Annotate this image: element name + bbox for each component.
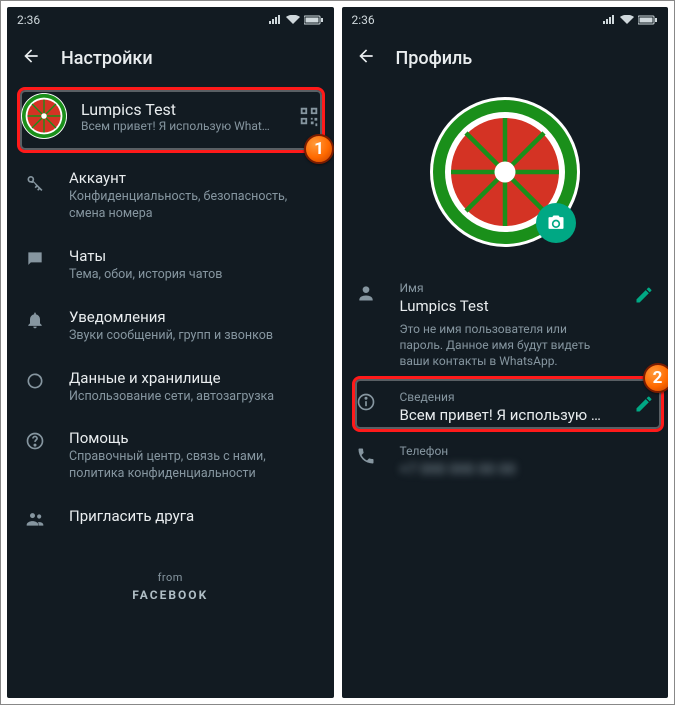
item-invite[interactable]: Пригласить друга bbox=[7, 495, 334, 545]
about-row[interactable]: Сведения Всем привет! Я использую WhatsA… bbox=[356, 380, 655, 434]
back-icon[interactable] bbox=[356, 46, 376, 70]
item-data[interactable]: Данные и хранилище Использование сети, а… bbox=[7, 357, 334, 418]
key-icon bbox=[25, 171, 47, 195]
page-title: Настройки bbox=[61, 48, 153, 69]
edit-icon[interactable] bbox=[634, 394, 654, 414]
profile-screen: 2:36 Профиль bbox=[342, 7, 669, 698]
person-icon bbox=[356, 283, 378, 307]
about-value: Всем привет! Я использую WhatsA… bbox=[400, 406, 613, 424]
profile-row[interactable]: Lumpics Test Всем привет! Я использую Wh… bbox=[7, 83, 334, 149]
status-bar: 2:36 bbox=[7, 7, 334, 33]
phone-icon bbox=[356, 446, 378, 470]
app-bar: Профиль bbox=[342, 33, 669, 83]
avatar[interactable] bbox=[21, 93, 67, 139]
item-chats[interactable]: Чаты Тема, обои, история чатов bbox=[7, 235, 334, 296]
qr-icon[interactable] bbox=[298, 105, 320, 127]
name-row[interactable]: Имя Lumpics Test Это не имя пользователя… bbox=[356, 271, 655, 380]
profile-status: Всем привет! Я использую What… bbox=[81, 119, 284, 133]
info-icon bbox=[356, 392, 378, 416]
status-time: 2:36 bbox=[17, 13, 40, 27]
avatar-large[interactable] bbox=[430, 97, 580, 247]
data-icon bbox=[25, 371, 47, 395]
chat-icon bbox=[25, 249, 47, 273]
status-icons bbox=[268, 15, 324, 25]
page-title: Профиль bbox=[396, 48, 473, 69]
edit-icon[interactable] bbox=[634, 285, 654, 305]
help-icon bbox=[25, 431, 47, 455]
phone-row[interactable]: Телефон +7 000 000 00 00 bbox=[356, 434, 655, 488]
back-icon[interactable] bbox=[21, 46, 41, 70]
item-notifications[interactable]: Уведомления Звуки сообщений, групп и зво… bbox=[7, 296, 334, 357]
settings-screen: 2:36 Настройки bbox=[7, 7, 334, 698]
status-bar: 2:36 bbox=[342, 7, 669, 33]
status-icons bbox=[602, 15, 658, 25]
item-help[interactable]: Помощь Справочный центр, связь с нами, п… bbox=[7, 417, 334, 495]
settings-list: Аккаунт Конфиденциальность, безопасность… bbox=[7, 149, 334, 553]
app-bar: Настройки bbox=[7, 33, 334, 83]
profile-name: Lumpics Test bbox=[81, 100, 284, 119]
item-account[interactable]: Аккаунт Конфиденциальность, безопасность… bbox=[7, 157, 334, 235]
people-icon bbox=[25, 509, 47, 533]
status-time: 2:36 bbox=[352, 13, 375, 27]
footer: from FACEBOOK bbox=[7, 553, 334, 620]
name-value: Lumpics Test bbox=[400, 297, 613, 315]
bell-icon bbox=[25, 310, 47, 334]
camera-fab[interactable] bbox=[536, 203, 576, 243]
phone-value: +7 000 000 00 00 bbox=[400, 460, 655, 478]
